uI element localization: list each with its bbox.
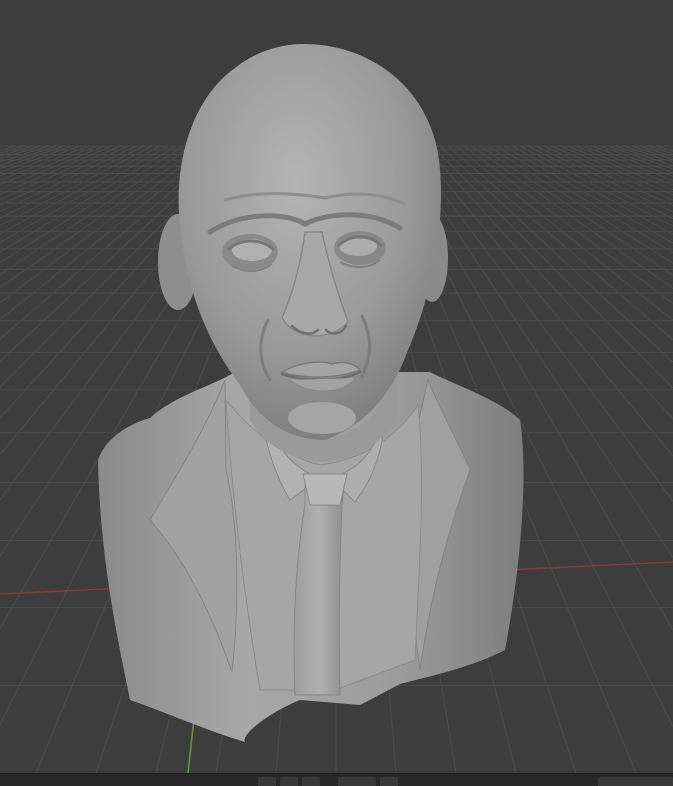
chin (288, 402, 356, 434)
3d-viewport[interactable] (0, 0, 673, 773)
status-bar (0, 773, 673, 786)
tie-knot (302, 473, 348, 506)
viewport-canvas[interactable] (0, 0, 673, 773)
